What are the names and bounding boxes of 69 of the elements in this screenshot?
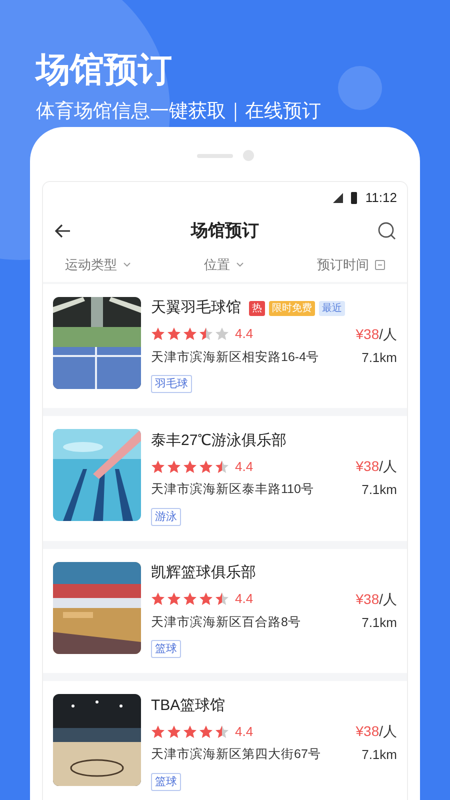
venue-badge: 最近 [319, 301, 345, 316]
promo-subtitle: 体育场馆信息一键获取｜在线预订 [36, 100, 322, 124]
star-icon [199, 592, 213, 606]
venue-distance: 7.1km [362, 614, 397, 632]
star-icon [199, 327, 213, 341]
filter-dropdown[interactable]: 运动类型 [65, 254, 131, 274]
calendar-icon [375, 260, 385, 270]
sport-tag: 羽毛球 [151, 375, 192, 393]
sport-tag: 篮球 [151, 772, 181, 790]
star-icon [151, 460, 165, 474]
star-icon [199, 724, 213, 738]
search-icon[interactable] [377, 220, 397, 240]
rating-score: 4.4 [235, 722, 254, 741]
rating-score: 4.4 [235, 325, 254, 344]
price: ¥38 [356, 723, 380, 739]
filter-dropdown[interactable]: 预订时间 [317, 254, 385, 274]
venue-address: 天津市滨海新区第四大街67号 [151, 746, 321, 764]
price: ¥38 [356, 458, 380, 474]
camera-icon [242, 150, 254, 161]
venue-card[interactable]: 泰丰27℃游泳俱乐部 4.4 ¥38/人 天津市滨海新区泰丰路110号 7.1km 游泳 [43, 416, 407, 540]
price: ¥38 [356, 590, 380, 606]
venue-distance: 7.1km [362, 348, 397, 366]
price-unit: /人 [379, 326, 397, 342]
star-icon [183, 724, 197, 738]
venue-address: 天津市滨海新区相安路16-4号 [151, 348, 320, 366]
star-icon [151, 327, 165, 341]
battery-icon [351, 192, 358, 204]
filter-dropdown[interactable]: 位置 [204, 254, 244, 274]
price-unit: /人 [379, 458, 397, 474]
sport-tag: 游泳 [151, 508, 181, 526]
sport-tag: 篮球 [151, 640, 181, 658]
venue-badge: 限时免费 [269, 301, 315, 316]
star-icon [167, 327, 181, 341]
chevron-icon [123, 262, 131, 267]
star-icon [183, 592, 197, 606]
star-icon [167, 592, 181, 606]
signal-icon [333, 192, 344, 202]
chevron-icon [236, 262, 244, 267]
star-icon [215, 592, 229, 606]
star-icon [215, 724, 229, 738]
star-icon [183, 327, 197, 341]
venue-name: 泰丰27℃游泳俱乐部 [151, 430, 287, 451]
star-icon [215, 327, 229, 341]
star-icon [151, 724, 165, 738]
venue-address: 天津市滨海新区泰丰路110号 [151, 481, 314, 498]
venue-badge: 热 [249, 301, 265, 316]
venue-address: 天津市滨海新区百合路8号 [151, 614, 301, 631]
promo-title: 场馆预订 [36, 50, 172, 91]
price-unit: /人 [379, 723, 397, 739]
star-icon [167, 724, 181, 738]
rating-score: 4.4 [235, 590, 254, 608]
star-icon [215, 460, 229, 474]
price: ¥38 [356, 326, 380, 342]
star-icon [199, 460, 213, 474]
venue-card[interactable]: TBA篮球馆 4.4 ¥38/人 天津市滨海新区第四大街67号 7.1km 篮球 [43, 681, 407, 800]
venue-distance: 7.1km [362, 746, 397, 764]
venue-card[interactable]: 凯辉篮球俱乐部 4.4 ¥38/人 天津市滨海新区百合路8号 7.1km 篮球 [43, 548, 407, 673]
star-icon [167, 460, 181, 474]
venue-name: 凯辉篮球俱乐部 [151, 563, 256, 584]
venue-card[interactable]: 天翼羽毛球馆 热 限时免费 最近 4.4 ¥38/人 天津市滨海新区相安路16-4号 7.1km 羽毛球 [43, 284, 407, 408]
rating-score: 4.4 [235, 458, 254, 476]
star-icon [151, 592, 165, 606]
header-title: 场馆预订 [191, 220, 259, 242]
venue-name: 天翼羽毛球馆 [151, 298, 241, 318]
price-unit: /人 [379, 590, 397, 606]
star-icon [183, 460, 197, 474]
status-time: 11:12 [365, 188, 397, 207]
venue-name: TBA篮球馆 [151, 696, 226, 716]
venue-distance: 7.1km [362, 481, 397, 499]
